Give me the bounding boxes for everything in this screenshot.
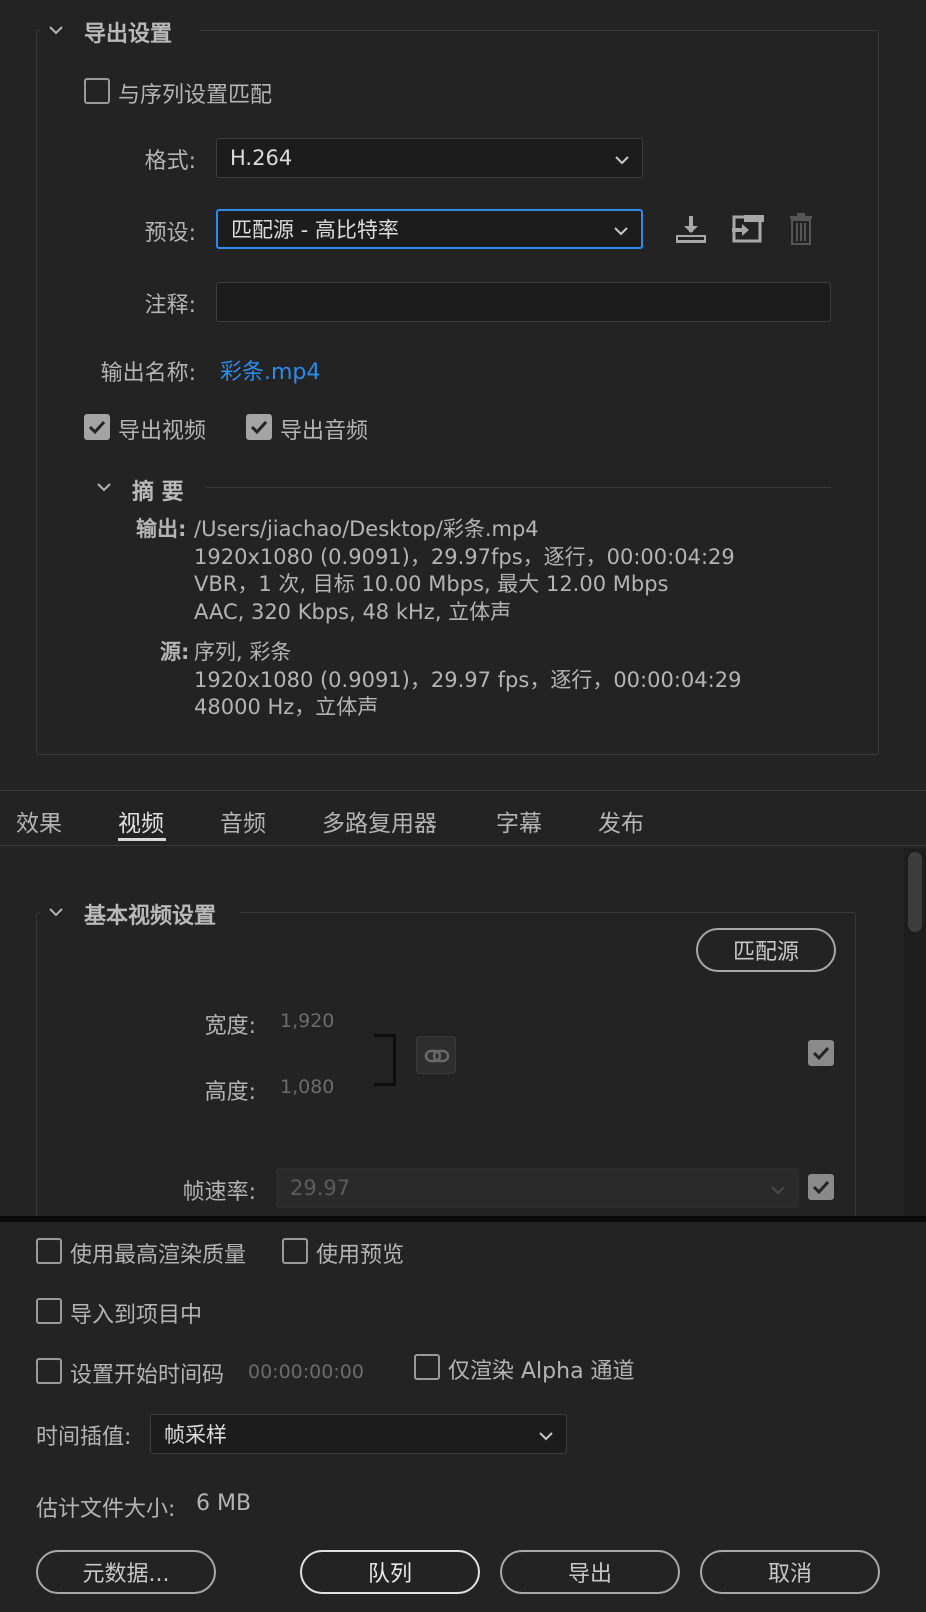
import-into-project-checkbox[interactable] xyxy=(36,1298,62,1324)
summary-output-line: AAC, 320 Kbps, 48 kHz, 立体声 xyxy=(194,599,512,624)
preset-label: 预设: xyxy=(144,221,196,246)
output-name-label: 输出名称: xyxy=(100,361,196,386)
summary-output-line: /Users/jiachao/Desktop/彩条.mp4 xyxy=(194,517,539,541)
max-render-quality-label: 使用最高渲染质量 xyxy=(70,1243,247,1268)
tab-publish[interactable]: 发布 xyxy=(598,804,644,838)
format-label: 格式: xyxy=(144,149,196,174)
tab-audio[interactable]: 音频 xyxy=(220,804,266,838)
scrollbar-thumb[interactable] xyxy=(908,852,922,932)
delete-preset-icon[interactable] xyxy=(788,212,814,250)
frame-rate-value: 29.97 xyxy=(290,1176,351,1200)
height-label: 高度: xyxy=(204,1080,256,1105)
export-settings-title: 导出设置 xyxy=(84,22,173,47)
tab-active-underline xyxy=(118,838,166,841)
match-sequence-label: 与序列设置匹配 xyxy=(118,83,273,108)
dimension-bracket xyxy=(374,1034,396,1086)
summary-output-head: 输出: xyxy=(136,517,187,541)
summary-output-block: /Users/jiachao/Desktop/彩条.mp4 1920x1080 … xyxy=(194,516,735,626)
link-icon[interactable] xyxy=(416,1036,456,1074)
tab-multiplexer[interactable]: 多路复用器 xyxy=(322,804,437,838)
import-into-project-label: 导入到项目中 xyxy=(70,1303,203,1328)
summary-source-line: 序列, 彩条 xyxy=(194,640,292,664)
format-dropdown[interactable]: H.264 xyxy=(216,138,643,178)
summary-divider xyxy=(206,487,831,488)
import-preset-icon[interactable] xyxy=(730,213,764,249)
queue-button[interactable]: 队列 xyxy=(300,1550,480,1594)
comments-label: 注释: xyxy=(144,293,196,318)
tab-captions[interactable]: 字幕 xyxy=(496,804,542,838)
save-preset-icon[interactable] xyxy=(674,213,708,249)
summary-output-line: VBR，1 次, 目标 10.00 Mbps, 最大 12.00 Mbps xyxy=(194,572,669,596)
chevron-down-icon xyxy=(538,1422,554,1446)
summary-source-line: 48000 Hz，立体声 xyxy=(194,695,379,719)
set-start-timecode-checkbox[interactable] xyxy=(36,1358,62,1384)
chevron-down-icon xyxy=(770,1176,786,1200)
frame-rate-dropdown[interactable]: 29.97 xyxy=(276,1168,799,1208)
width-value[interactable]: 1,920 xyxy=(280,1010,334,1032)
match-source-button[interactable]: 匹配源 xyxy=(696,928,836,972)
tab-bar: 效果 视频 音频 多路复用器 字幕 发布 xyxy=(0,800,926,846)
export-video-label: 导出视频 xyxy=(118,419,207,444)
chevron-down-icon[interactable] xyxy=(48,22,64,38)
frame-rate-override-checkbox[interactable] xyxy=(808,1174,834,1200)
summary-source-head: 源: xyxy=(160,640,190,664)
height-value[interactable]: 1,080 xyxy=(280,1076,334,1098)
summary-output-line: 1920x1080 (0.9091)，29.97fps，逐行，00:00:04:… xyxy=(194,544,735,569)
dimensions-override-checkbox[interactable] xyxy=(808,1040,834,1066)
width-label: 宽度: xyxy=(204,1014,256,1039)
tabs-bottom-divider xyxy=(0,845,926,846)
summary-title: 摘 要 xyxy=(132,480,184,505)
start-timecode-value[interactable]: 00:00:00:00 xyxy=(248,1361,364,1383)
export-video-checkbox[interactable] xyxy=(84,414,110,440)
export-audio-label: 导出音频 xyxy=(280,419,369,444)
render-alpha-only-label: 仅渲染 Alpha 通道 xyxy=(448,1359,635,1384)
tab-video[interactable]: 视频 xyxy=(118,804,164,838)
comments-input[interactable] xyxy=(216,282,831,322)
time-interpolation-label: 时间插值: xyxy=(36,1425,132,1450)
summary-source-block: 序列, 彩条 1920x1080 (0.9091)，29.97 fps，逐行，0… xyxy=(194,639,741,722)
frame-rate-label: 帧速率: xyxy=(182,1180,256,1205)
use-previews-checkbox[interactable] xyxy=(282,1238,308,1264)
chevron-down-icon[interactable] xyxy=(96,479,112,495)
chevron-down-icon xyxy=(614,146,630,170)
chevron-down-icon[interactable] xyxy=(48,904,64,920)
set-start-timecode-label: 设置开始时间码 xyxy=(70,1363,225,1388)
match-sequence-checkbox[interactable] xyxy=(84,78,110,104)
chevron-down-icon xyxy=(613,217,629,241)
time-interpolation-dropdown[interactable]: 帧采样 xyxy=(150,1414,567,1454)
basic-video-title: 基本视频设置 xyxy=(84,904,217,929)
estimated-size-value: 6 MB xyxy=(196,1491,252,1516)
metadata-button[interactable]: 元数据... xyxy=(36,1550,216,1594)
export-audio-checkbox[interactable] xyxy=(246,414,272,440)
use-previews-label: 使用预览 xyxy=(316,1243,405,1268)
time-interpolation-value: 帧采样 xyxy=(164,1423,227,1447)
tabs-top-divider xyxy=(0,790,926,791)
preset-value: 匹配源 - 高比特率 xyxy=(231,218,399,242)
output-name-link[interactable]: 彩条.mp4 xyxy=(220,354,320,386)
estimated-size-label: 估计文件大小: xyxy=(36,1497,176,1522)
cancel-button[interactable]: 取消 xyxy=(700,1550,880,1594)
tab-effects[interactable]: 效果 xyxy=(16,804,62,838)
format-value: H.264 xyxy=(230,146,293,170)
summary-source-line: 1920x1080 (0.9091)，29.97 fps，逐行，00:00:04… xyxy=(194,667,742,692)
render-alpha-only-checkbox[interactable] xyxy=(414,1354,440,1380)
export-button[interactable]: 导出 xyxy=(500,1550,680,1594)
max-render-quality-checkbox[interactable] xyxy=(36,1238,62,1264)
preset-dropdown[interactable]: 匹配源 - 高比特率 xyxy=(216,209,643,249)
